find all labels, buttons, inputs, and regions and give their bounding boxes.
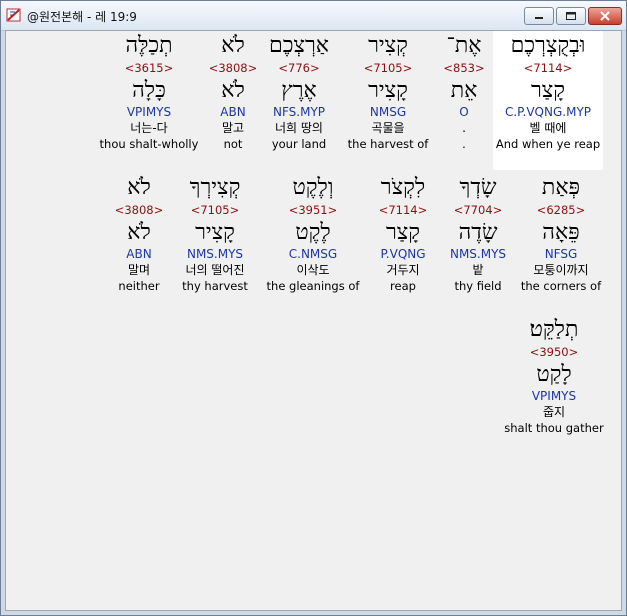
interlinear-panel[interactable]: וּבְקֻצְרְכֶם <7114> קָצַר C.P.VQNG.MYP … [5, 30, 622, 611]
strong-number[interactable]: <3950> [499, 345, 609, 359]
morphology: VPIMYS [126, 105, 172, 119]
word-card[interactable]: תְלַקֵּט׃ <3950> לָקַט VPIMYS 줍지 shalt t… [499, 315, 609, 436]
korean-gloss: 말며 [127, 263, 151, 277]
window-title: @원전본해 - 레 19:9 [27, 10, 137, 24]
strong-number[interactable]: <3615> [94, 61, 204, 75]
word-card[interactable]: וְלֶקֶט <3951> לֶקֶט C.NMSG 이삭도 the glea… [258, 173, 368, 294]
maximize-icon [566, 12, 576, 20]
bible-app-icon [6, 8, 21, 22]
english-gloss: the gleanings of [266, 279, 360, 293]
word-card[interactable]: תְכַלֶּה <3615> כָּלָה VPIMYS 너는-다 thou … [94, 31, 204, 152]
close-button[interactable] [588, 7, 622, 25]
morphology: ABN [126, 247, 152, 261]
lemma: כָּלָה [132, 78, 166, 103]
english-gloss: neither [118, 279, 160, 293]
lemma: לֹא [127, 220, 151, 245]
window-bottom-border [1, 611, 626, 615]
strong-number[interactable]: <3951> [258, 203, 368, 217]
app-window: @원전본해 - 레 19:9 וּבְקֻצְרְכֶם <7114> קָצַ… [0, 0, 627, 616]
strong-number[interactable]: <3808> [84, 203, 194, 217]
korean-gloss: 너는-다 [130, 121, 168, 135]
word-card[interactable]: לֹא <3808> לֹא ABN 말며 neither [84, 173, 194, 294]
close-icon [600, 11, 610, 21]
morphology: C.NMSG [288, 247, 338, 261]
english-gloss: shalt thou gather [504, 421, 604, 435]
minimize-icon [535, 17, 543, 19]
hebrew-word: וְלֶקֶט [292, 175, 334, 200]
lemma: לָקַט [536, 362, 572, 387]
lemma: לֶקֶט [295, 220, 331, 245]
korean-gloss: 줍지 [542, 405, 566, 419]
english-gloss: thou shalt-wholly [99, 137, 199, 151]
korean-gloss: 이삭도 [296, 263, 330, 277]
morphology: VPIMYS [531, 389, 577, 403]
hebrew-word: לֹא [127, 175, 151, 200]
maximize-button[interactable] [556, 7, 586, 25]
minimize-button[interactable] [524, 7, 554, 25]
title-bar[interactable]: @원전본해 - 레 19:9 [1, 1, 626, 31]
hebrew-word: תְכַלֶּה [125, 33, 173, 58]
hebrew-word: תְלַקֵּט׃ [529, 317, 579, 342]
